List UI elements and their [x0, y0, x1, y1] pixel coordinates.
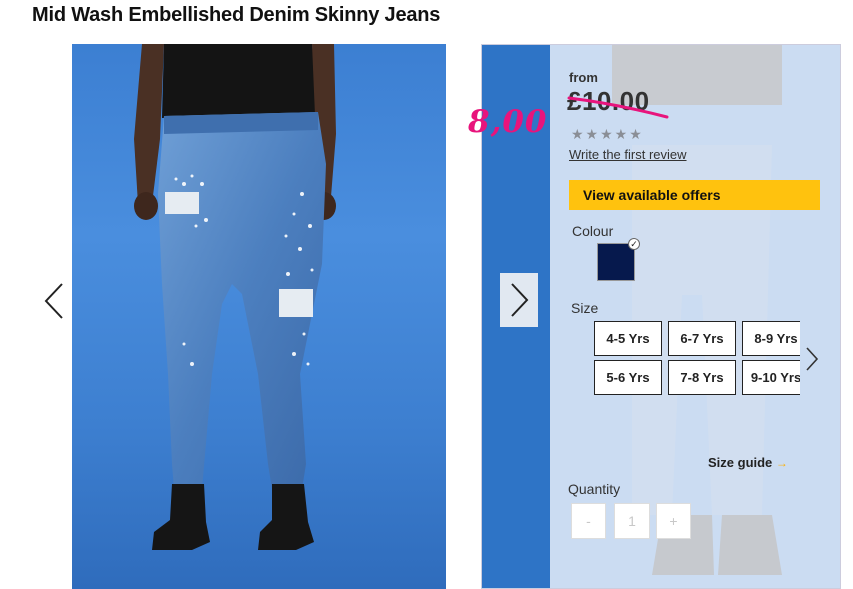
gallery-prev-button[interactable] — [40, 280, 70, 322]
product-title: Mid Wash Embellished Denim Skinny Jeans — [32, 4, 441, 26]
arrow-right-icon: → — [775, 456, 788, 470]
quantity-label: Quantity — [568, 481, 621, 497]
check-icon: ✓ — [628, 238, 640, 250]
quantity-increase-button[interactable]: + — [656, 503, 691, 539]
size-option[interactable]: 4-5 Yrs — [594, 321, 662, 356]
colour-label: Colour — [572, 223, 614, 239]
gallery-next-button[interactable] — [500, 273, 538, 327]
chevron-right-icon — [511, 283, 529, 317]
size-option[interactable]: 8-9 Yrs — [742, 321, 800, 356]
size-option[interactable]: 9-10 Yrs — [742, 360, 800, 395]
size-label: Size — [571, 300, 599, 316]
write-review-link[interactable]: Write the first review — [569, 147, 687, 162]
new-price-handwritten: 8,00 — [468, 104, 548, 140]
view-offers-button[interactable]: View available offers — [569, 180, 820, 210]
chevron-right-icon — [806, 347, 819, 371]
size-guide-label: Size guide — [708, 455, 773, 470]
size-options: 4-5 Yrs 6-7 Yrs 8-9 Yrs 5-6 Yrs 7-8 Yrs … — [593, 320, 800, 396]
size-option[interactable]: 7-8 Yrs — [668, 360, 736, 395]
jeans-photo — [134, 44, 336, 550]
size-option[interactable]: 6-7 Yrs — [668, 321, 736, 356]
old-price: £10.00 — [567, 86, 677, 122]
product-main-image[interactable] — [72, 44, 446, 589]
price-from-label: from — [569, 70, 598, 85]
rating-stars: ★★★★★ — [571, 126, 644, 142]
size-next-button[interactable] — [804, 345, 820, 373]
price-strikethrough — [567, 96, 669, 119]
size-guide-link[interactable]: Size guide → — [708, 455, 788, 470]
size-option[interactable]: 5-6 Yrs — [594, 360, 662, 395]
quantity-decrease-button[interactable]: - — [571, 503, 606, 539]
chevron-left-icon — [44, 283, 63, 319]
quantity-input[interactable]: 1 — [614, 503, 650, 539]
